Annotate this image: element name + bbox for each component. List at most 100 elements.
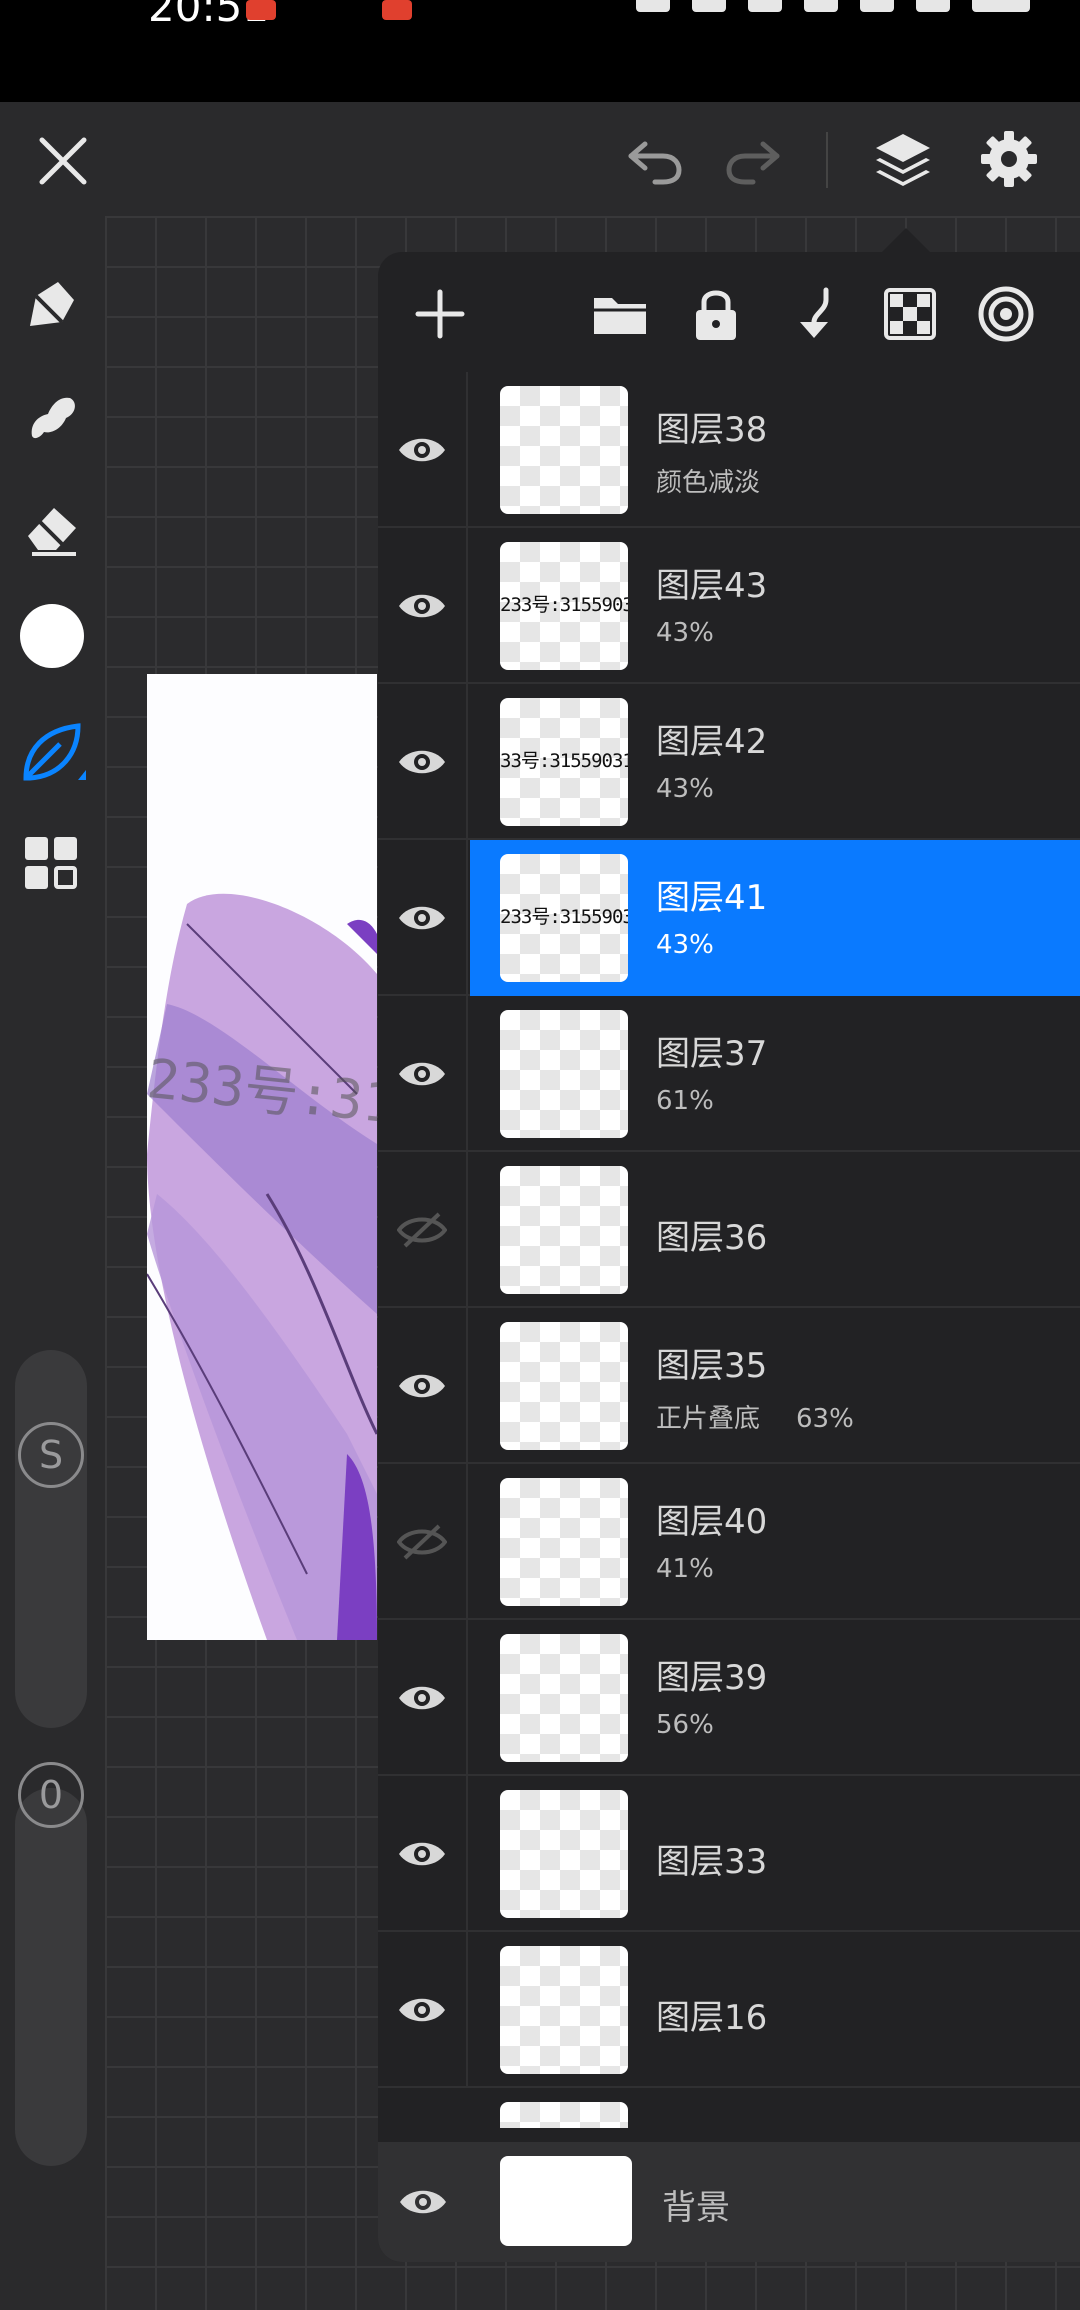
wifi-icon: [804, 0, 838, 12]
layer-row-body[interactable]: 图层39 56%: [470, 1620, 1080, 1776]
background-layer-name: 背景: [662, 2188, 730, 2228]
target-icon[interactable]: [972, 280, 1040, 348]
layer-thumbnail: [500, 1166, 628, 1294]
layer-thumbnail: 233号:315590318: [500, 854, 628, 982]
layer-blend-opacity: 正片叠底 63%: [656, 1398, 854, 1435]
brush-opacity-knob[interactable]: 0: [18, 1762, 84, 1828]
layer-row-body[interactable]: 图层35 正片叠底 63%: [470, 1308, 1080, 1464]
layer-blend-opacity: 颜色减淡: [656, 462, 760, 499]
top-bar: [0, 102, 1080, 216]
eye-hidden-icon[interactable]: [378, 1152, 468, 1308]
layer-row-body[interactable]: 图层16: [470, 1932, 1080, 2088]
bluetooth-icon: [748, 0, 782, 12]
layer-row-body[interactable]: 图层37 61%: [470, 996, 1080, 1152]
layer-row[interactable]: 图层40 41%: [378, 1464, 1080, 1620]
layer-row[interactable]: 图层39 56%: [378, 1620, 1080, 1776]
eye-icon[interactable]: [378, 2142, 468, 2262]
layer-thumbnail: [500, 1946, 628, 2074]
artwork-wing: [147, 893, 377, 1640]
layer-name: 图层43: [656, 566, 768, 606]
eye-status-icon: [636, 0, 670, 12]
layer-row[interactable]: 图层37 61%: [378, 996, 1080, 1152]
redo-icon[interactable]: [718, 128, 788, 194]
layer-row[interactable]: 33号:315590318 图层42 43%: [378, 684, 1080, 840]
layer-row-body[interactable]: 图层36: [470, 1152, 1080, 1308]
layer-row-body[interactable]: 233号:315590318 图层43 43%: [470, 528, 1080, 684]
eye-icon[interactable]: [378, 372, 468, 528]
layer-row-partial[interactable]: [378, 2088, 1080, 2128]
layer-blend-opacity: 56%: [656, 1710, 714, 1740]
layer-row[interactable]: 图层35 正片叠底 63%: [378, 1308, 1080, 1464]
eye-icon[interactable]: [378, 528, 468, 684]
layer-row[interactable]: 图层16: [378, 1932, 1080, 2088]
notification-icon: [382, 0, 412, 20]
brush-size-knob[interactable]: S: [18, 1422, 84, 1488]
layer-opacity-label: 63%: [796, 1404, 854, 1434]
eye-icon[interactable]: [378, 1620, 468, 1776]
thumbnail-text: 33号:315590318: [500, 750, 628, 772]
layer-thumbnail: [500, 1790, 628, 1918]
layer-blend-label: 56%: [656, 1710, 714, 1740]
signal-icon: [860, 0, 894, 12]
color-swatch-icon[interactable]: [20, 604, 84, 668]
layer-blend-label: 正片叠底: [656, 1404, 761, 1434]
layer-row[interactable]: 图层33: [378, 1776, 1080, 1932]
eye-icon[interactable]: [378, 684, 468, 840]
eraser-icon[interactable]: [14, 490, 90, 566]
close-icon[interactable]: [30, 128, 96, 194]
undo-icon[interactable]: [620, 128, 690, 194]
layers-icon[interactable]: [866, 122, 940, 196]
eye-icon[interactable]: [378, 1776, 468, 1932]
layer-blend-label: 41%: [656, 1554, 714, 1584]
layer-row-body[interactable]: 33号:315590318 图层42 43%: [470, 684, 1080, 840]
eye-icon[interactable]: [378, 1308, 468, 1464]
layer-name: 图层38: [656, 410, 768, 450]
brush-size-slider[interactable]: S: [15, 1350, 87, 1728]
layer-name: 图层42: [656, 722, 768, 762]
battery-icon: [972, 0, 1030, 12]
layer-row-body[interactable]: 图层38 颜色减淡: [470, 372, 1080, 528]
layer-name: 图层41: [656, 878, 768, 918]
layer-thumbnail: [500, 1322, 628, 1450]
eye-icon[interactable]: [378, 996, 468, 1152]
checker-icon[interactable]: [878, 282, 942, 346]
eye-icon[interactable]: [378, 1932, 468, 2088]
layer-name: 图层35: [656, 1346, 768, 1386]
layer-blend-opacity: 41%: [656, 1554, 714, 1584]
leaf-icon[interactable]: [14, 714, 94, 790]
layer-thumbnail: [500, 2102, 628, 2128]
layer-blend-label: 43%: [656, 774, 714, 804]
background-layer-row[interactable]: 背景: [378, 2142, 1080, 2262]
thumbnail-text: 233号:315590318: [500, 594, 628, 616]
signal-icon: [916, 0, 950, 12]
merge-down-icon[interactable]: [782, 282, 846, 346]
smudge-icon[interactable]: [14, 378, 90, 454]
plus-icon[interactable]: [408, 282, 472, 346]
artwork-canvas[interactable]: 233号:31559: [147, 674, 377, 1640]
layer-blend-opacity: 43%: [656, 930, 714, 960]
layer-row-selected[interactable]: 233号:315590318 图层41 43%: [470, 840, 1080, 996]
thumbnail-text: 233号:315590318: [500, 906, 628, 928]
eye-hidden-icon[interactable]: [378, 1464, 468, 1620]
layer-blend-label: 61%: [656, 1086, 714, 1116]
folder-icon[interactable]: [588, 282, 652, 346]
layer-thumbnail: [500, 1478, 628, 1606]
layer-thumbnail: [500, 386, 628, 514]
gear-icon[interactable]: [972, 122, 1046, 196]
left-toolbar: S 0: [0, 216, 105, 2310]
layer-row[interactable]: 图层36: [378, 1152, 1080, 1308]
pen-icon[interactable]: [14, 266, 90, 342]
eye-icon[interactable]: [378, 840, 468, 996]
layer-name: 图层40: [656, 1502, 768, 1542]
layers-panel: 图层38颜色减淡233号:315590318图层4343%33号:3155903…: [378, 252, 1080, 2262]
layer-thumbnail: 233号:315590318: [500, 542, 628, 670]
layer-row[interactable]: 图层38 颜色减淡: [378, 372, 1080, 528]
layer-row[interactable]: 233号:315590318 图层43 43%: [378, 528, 1080, 684]
layer-row-body[interactable]: 图层40 41%: [470, 1464, 1080, 1620]
brush-opacity-slider[interactable]: 0: [15, 1762, 87, 2166]
lock-icon[interactable]: [684, 282, 748, 346]
grid-icon[interactable]: [16, 828, 86, 898]
layer-row-body[interactable]: 图层33: [470, 1776, 1080, 1932]
layer-row[interactable]: 233号:315590318 图层41 43%: [378, 840, 1080, 996]
layer-blend-opacity: 43%: [656, 618, 714, 648]
